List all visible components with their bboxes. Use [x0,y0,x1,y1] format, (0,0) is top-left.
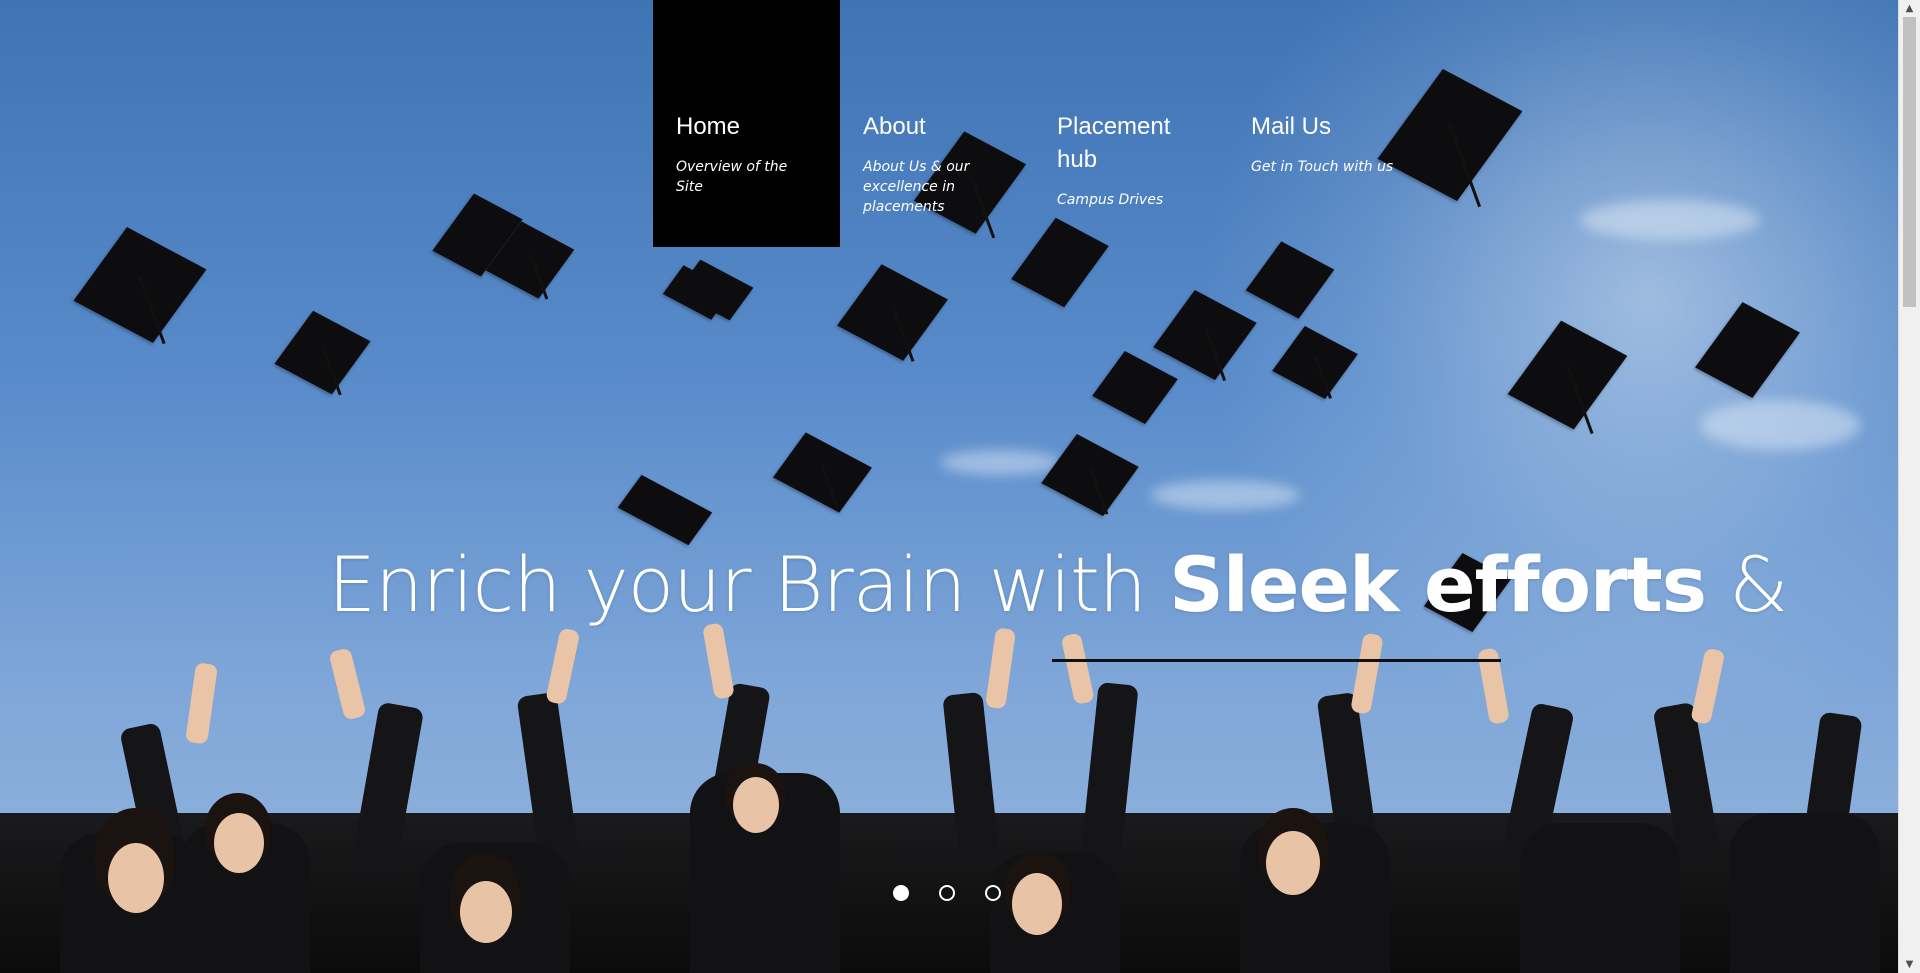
graduation-cap [485,221,575,300]
headline-start: Enrich your Brain with [328,540,1170,629]
slider-dot-3[interactable] [985,885,1001,901]
slider-dot-1[interactable] [893,885,909,901]
slider-pagination [893,885,1001,901]
page: Home Overview of the Site About About Us… [0,0,1920,973]
scrollbar-thumb[interactable] [1903,17,1916,307]
cloud [1150,480,1300,510]
nav-item-home[interactable]: Home Overview of the Site [653,0,840,247]
graduation-cap [662,265,733,320]
nav-item-subtitle: Get in Touch with us [1251,159,1394,175]
nav-item-subtitle: Overview of the Site [676,159,788,195]
cloud [940,450,1060,475]
nav-item-title: About [863,113,926,140]
cloud [1700,400,1860,450]
graduation-cap [1695,302,1800,398]
graduation-cap [617,474,713,546]
cloud [1580,200,1760,240]
headline-bold: Sleek efforts [1169,540,1707,629]
nav-item-subtitle: Campus Drives [1057,192,1164,208]
graduation-cap [1092,350,1178,425]
triangle-up-icon[interactable]: ▲ [1899,0,1920,17]
nav-item-about[interactable]: About About Us & our excellence in place… [840,0,1034,247]
graduation-cap [1153,289,1257,382]
graduation-cap [773,432,872,513]
graduation-cap [1245,241,1335,319]
nav-item-mail-us[interactable]: Mail Us Get in Touch with us [1228,0,1422,247]
graduation-cap [1507,320,1628,435]
nav-item-title: Home [676,113,741,140]
hero-headline: Enrich your Brain with Sleek efforts & [328,540,1788,630]
graduation-cap [274,310,371,396]
headline-end: & [1705,540,1788,629]
triangle-down-icon[interactable]: ▼ [1899,956,1920,973]
graduation-cap [73,227,207,345]
headline-underline [1052,659,1501,662]
graduation-cap [837,264,948,362]
nav-item-subtitle: About Us & our excellence in placements [863,159,970,215]
nav-item-title: Placement hub [1057,113,1171,173]
slider-dot-2[interactable] [939,885,955,901]
graduation-cap [1272,325,1358,400]
graduation-cap [1041,434,1139,516]
nav-item-title: Mail Us [1251,113,1332,140]
main-navigation: Home Overview of the Site About About Us… [653,0,1422,247]
page-scrollbar[interactable]: ▲ ▼ [1898,0,1920,973]
nav-item-placement-hub[interactable]: Placement hub Campus Drives [1034,0,1228,247]
graduates-crowd [0,622,1898,973]
